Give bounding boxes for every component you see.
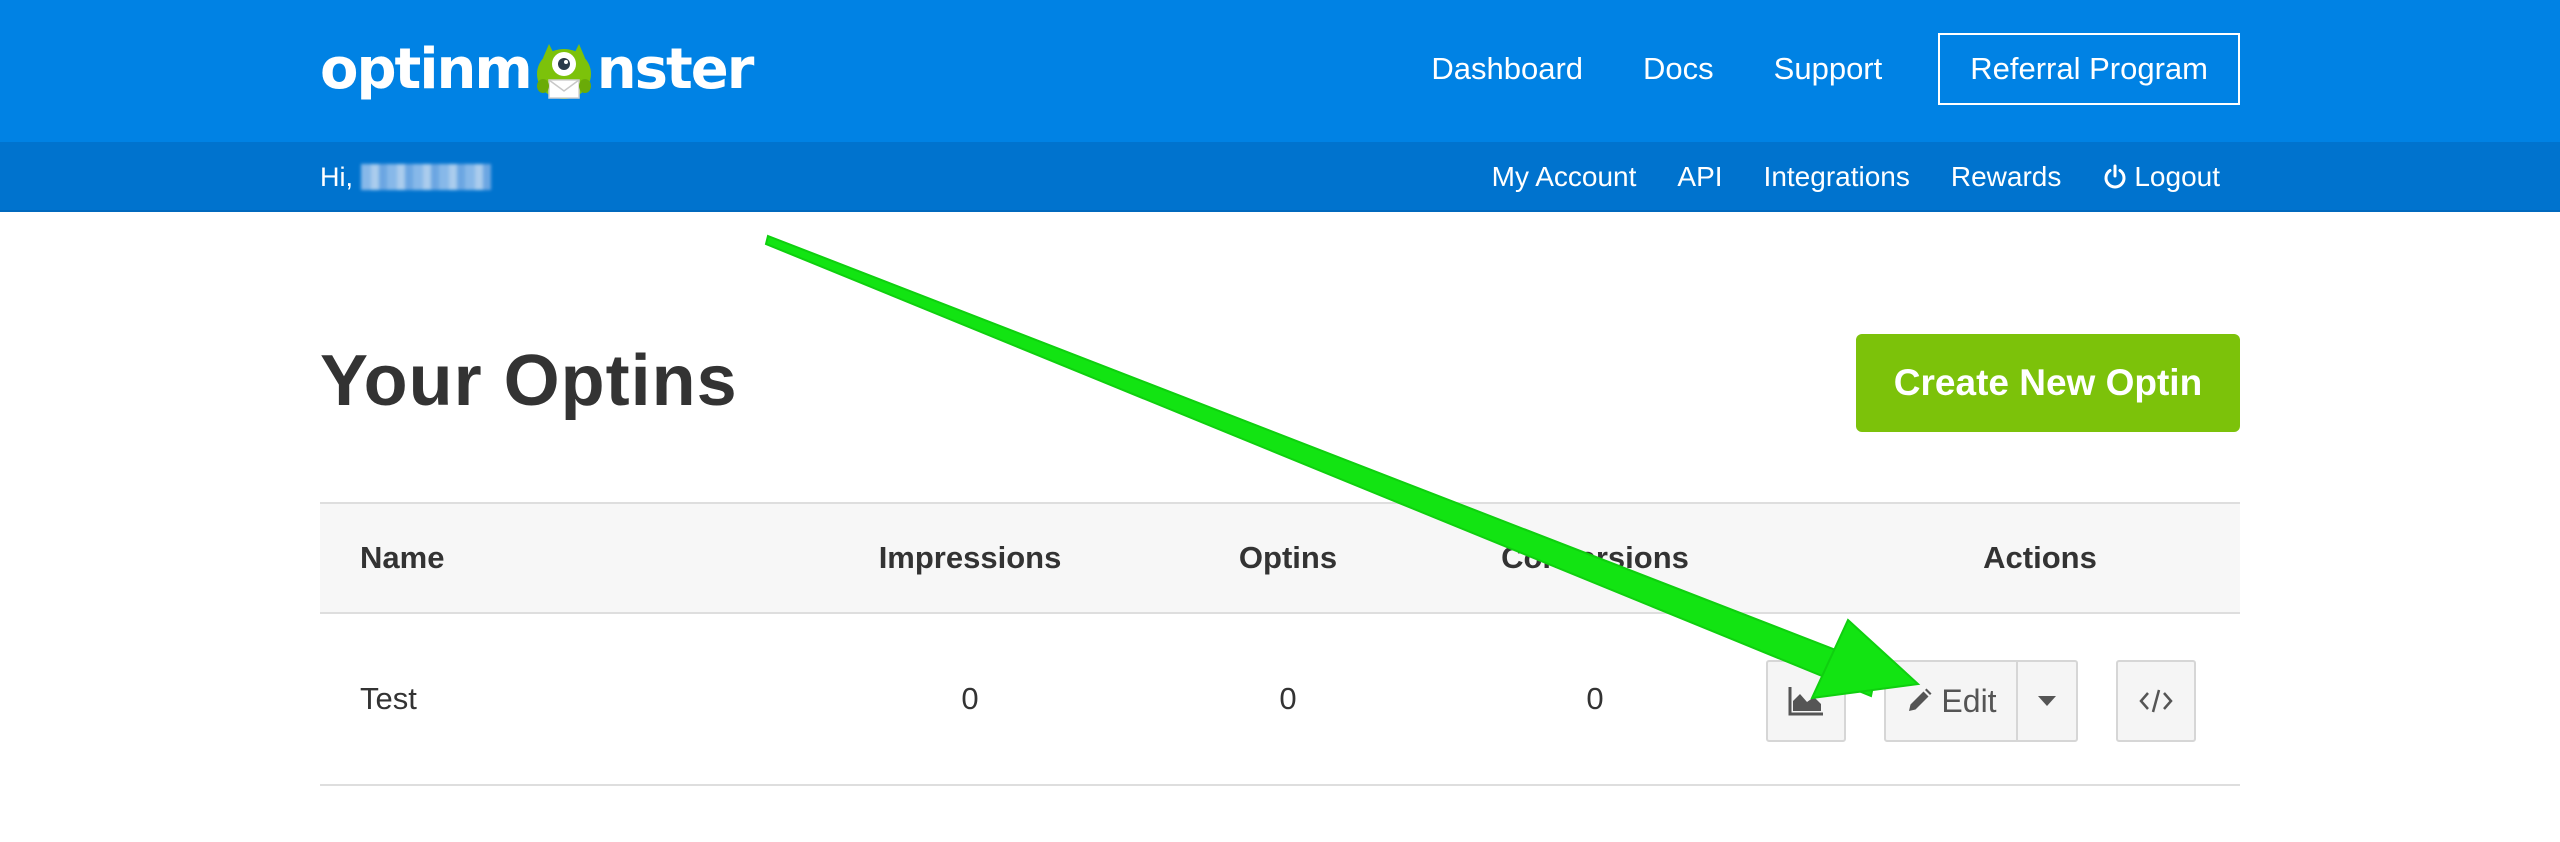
logout-label: Logout xyxy=(2134,161,2220,192)
optin-impressions: 0 xyxy=(961,681,979,716)
caret-down-icon xyxy=(2038,696,2056,706)
optins-table: Name Impressions Optins Conversions Acti… xyxy=(320,502,2240,786)
account-bar: Hi, My Account API Integrations Rewards … xyxy=(0,142,2560,212)
edit-button[interactable]: Edit xyxy=(1884,660,2018,742)
logout-link[interactable]: Logout xyxy=(2102,161,2220,193)
nav-integrations[interactable]: Integrations xyxy=(1764,161,1910,193)
optin-conversions: 0 xyxy=(1586,681,1604,716)
edit-dropdown-toggle[interactable] xyxy=(2016,660,2078,742)
edit-label: Edit xyxy=(1941,682,1997,719)
logo-text-prefix: optinm xyxy=(320,36,533,102)
greeting-text: Hi, xyxy=(320,161,353,192)
logo-text-suffix: nster xyxy=(596,36,755,102)
top-navbar: optinm nster Dashboard Docs Support Refe… xyxy=(0,0,2560,142)
monster-mascot-icon xyxy=(529,34,599,104)
nav-dashboard[interactable]: Dashboard xyxy=(1431,51,1583,87)
page-title: Your Optins xyxy=(320,341,738,421)
main-nav: Dashboard Docs Support Referral Program xyxy=(1371,32,2240,106)
code-icon xyxy=(2139,689,2173,713)
optin-optins: 0 xyxy=(1279,681,1297,716)
header-name[interactable]: Name xyxy=(360,504,444,612)
create-new-optin-button[interactable]: Create New Optin xyxy=(1856,334,2240,432)
account-nav: My Account API Integrations Rewards Logo… xyxy=(1451,142,2220,212)
header-optins[interactable]: Optins xyxy=(1138,504,1438,612)
optin-name: Test xyxy=(360,681,417,716)
page: optinm nster Dashboard Docs Support Refe… xyxy=(0,0,2560,842)
header-conversions[interactable]: Conversions xyxy=(1395,504,1795,612)
user-greeting: Hi, xyxy=(320,142,491,212)
area-chart-icon xyxy=(1788,687,1823,716)
nav-rewards[interactable]: Rewards xyxy=(1951,161,2061,193)
nav-my-account[interactable]: My Account xyxy=(1492,161,1637,193)
pencil-icon xyxy=(1909,688,1932,711)
referral-program-button[interactable]: Referral Program xyxy=(1938,33,2240,105)
header-actions: Actions xyxy=(1983,540,2097,575)
optinmonster-logo[interactable]: optinm nster xyxy=(320,34,755,104)
redacted-username xyxy=(361,164,491,190)
nav-support[interactable]: Support xyxy=(1774,51,1883,87)
table-row: Test 0 0 0 Edit xyxy=(320,614,2240,786)
stats-button[interactable] xyxy=(1766,660,1846,742)
table-header: Name Impressions Optins Conversions Acti… xyxy=(320,502,2240,614)
header-impressions[interactable]: Impressions xyxy=(770,504,1170,612)
nav-api[interactable]: API xyxy=(1677,161,1722,193)
embed-code-button[interactable] xyxy=(2116,660,2196,742)
power-icon xyxy=(2104,164,2126,189)
nav-docs[interactable]: Docs xyxy=(1643,51,1714,87)
